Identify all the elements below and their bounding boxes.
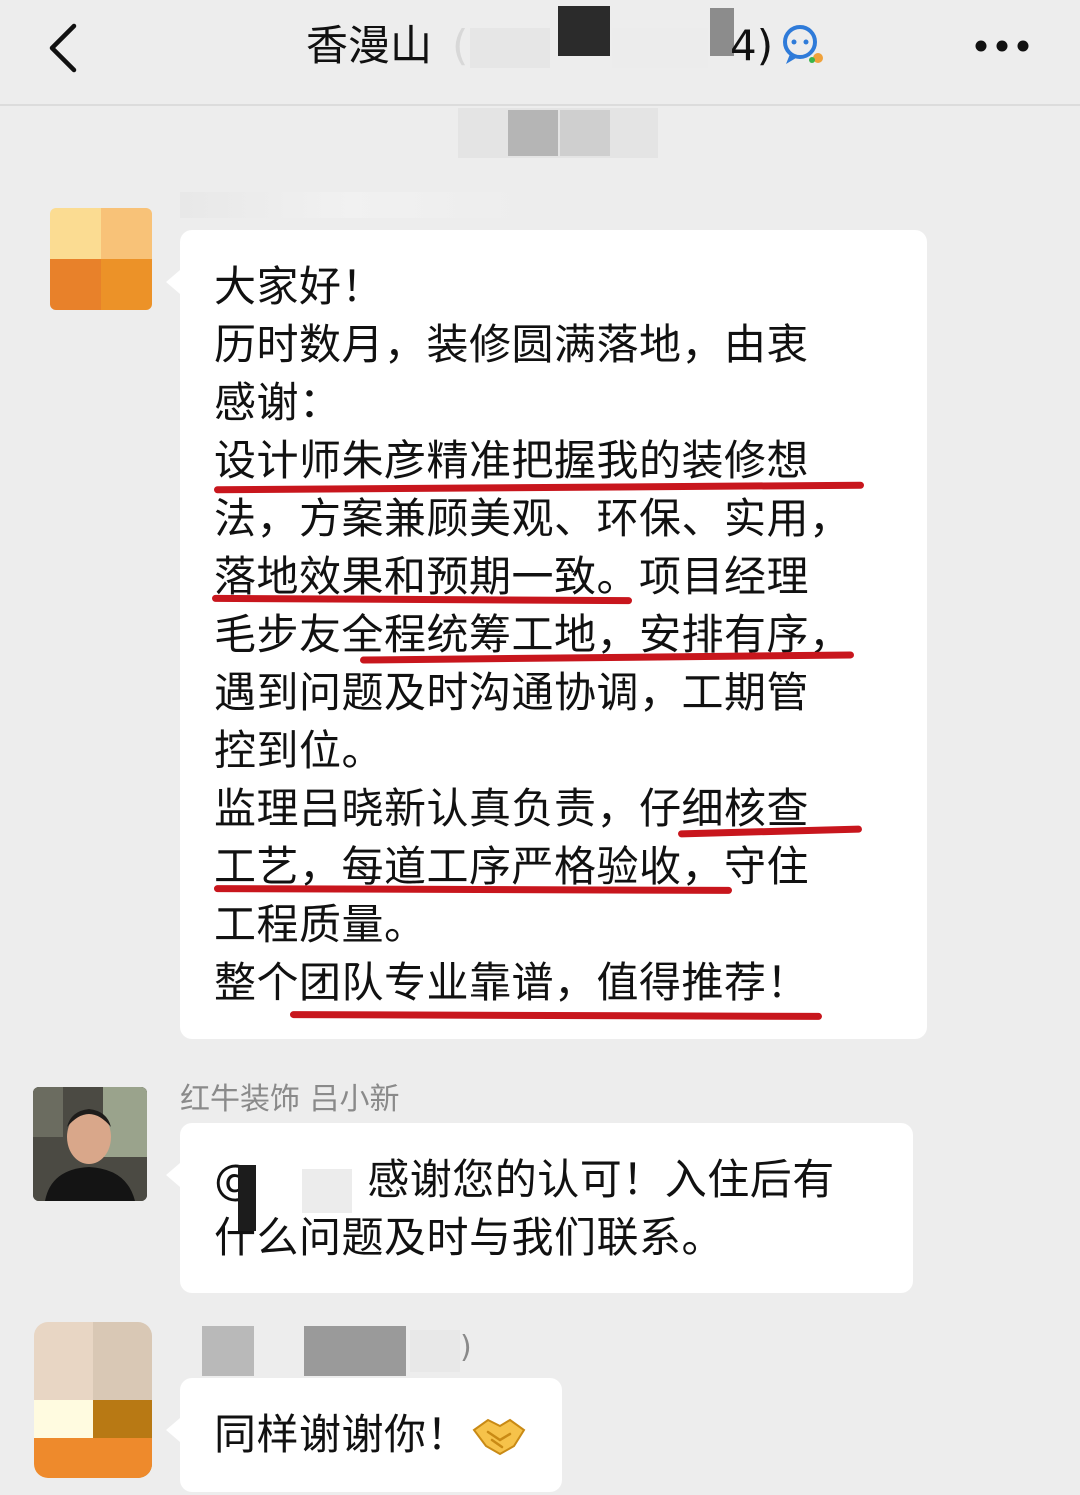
timestamp-redaction [458,108,658,158]
message-line: 设计师朱彦精准把握我的装修想 [214,436,810,485]
message-line: 遇到问题及时沟通协调，工期管 [214,668,810,717]
mention-redaction [238,1165,256,1231]
back-button[interactable] [38,18,88,78]
sender-name-redaction [180,192,520,218]
person-photo-icon [33,1087,147,1201]
message-line: 法，方案兼顾美观、环保、实用， [214,494,852,543]
message-bubble[interactable]: 同样谢谢你！ [166,1378,562,1492]
message-line: 整个团队专业靠谱，值得推荐！ [214,958,810,1007]
message-line: 什么问题及时与我们联系。 [214,1213,725,1262]
sender-name-redaction [202,1326,254,1376]
sender-name-redaction [304,1326,406,1376]
handshake-icon [472,1418,526,1456]
message-bubble[interactable]: 大家好！ 历时数月，装修圆满落地，由衷 感谢： 设计师朱彦精准把握我的装修想 法，方案兼… [166,230,927,1039]
chat-title: 香漫山 [306,21,433,70]
avatar[interactable] [33,1087,147,1201]
title-redaction [558,6,610,56]
chat-member-count: 4) [730,21,774,70]
timestamp-redaction [508,110,558,156]
message-line: 工程质量。 [214,900,427,949]
highlight-underline [289,1011,823,1020]
message-bubble[interactable]: @ 感谢您的认可！入住后有 什么问题及时与我们联系。 [166,1123,913,1293]
chat-title-paren: ( [452,21,469,70]
title-redaction [612,28,708,68]
message-line: 感谢： [214,378,342,427]
avatar[interactable] [50,208,152,310]
avatar[interactable] [34,1322,152,1478]
timestamp-redaction [560,110,610,156]
sender-name-redaction [410,1330,460,1372]
mention-redaction [302,1169,352,1213]
more-dots-icon [975,40,1029,52]
title-redaction [470,28,550,68]
message-line: 大家好！ [214,262,385,311]
group-chat-icon[interactable] [778,20,828,70]
chat-header: 香漫山 ( 4) [0,0,1080,106]
message-line: 历时数月，装修圆满落地，由衷 [214,320,810,369]
message-line: 控到位。 [214,726,385,775]
message-text: 同样谢谢你！ [214,1410,470,1459]
chevron-left-icon [49,23,77,73]
sender-name: ) [460,1330,472,1365]
sender-name: 红牛装饰 吕小新 [180,1082,400,1117]
more-options-button[interactable] [970,22,1034,70]
